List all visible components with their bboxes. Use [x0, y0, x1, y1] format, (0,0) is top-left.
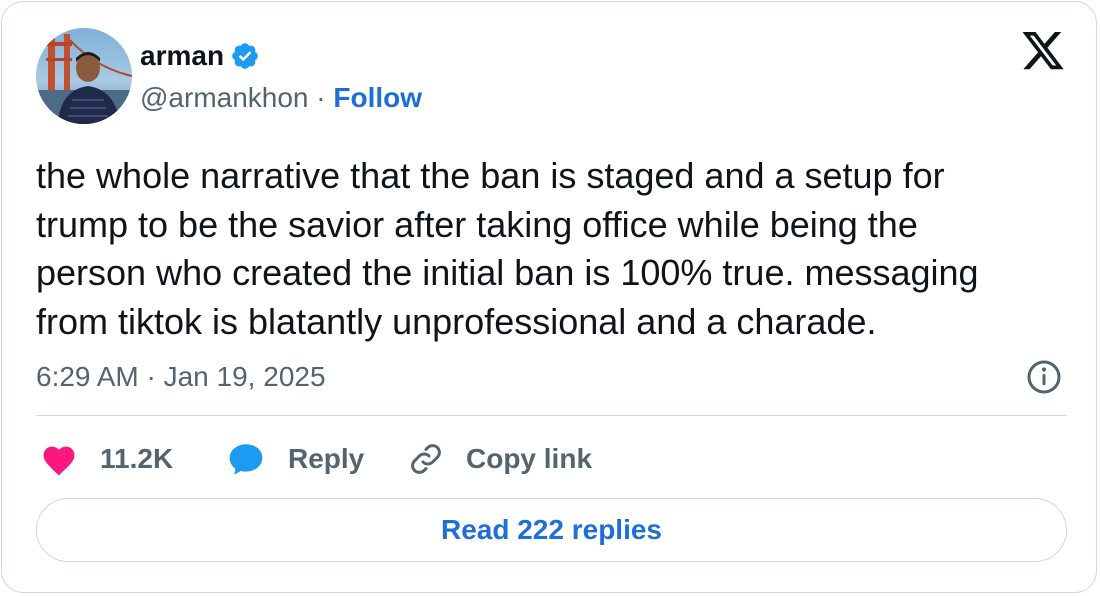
like-button[interactable]: 11.2K: [40, 439, 173, 479]
avatar-photo: [36, 28, 132, 124]
verified-badge-icon: [232, 43, 258, 69]
x-logo[interactable]: [1020, 32, 1066, 74]
separator-dot: ·: [316, 82, 326, 113]
author-handle[interactable]: @armankhon: [140, 82, 309, 113]
author-name[interactable]: arman: [140, 40, 224, 72]
reply-button[interactable]: Reply: [226, 439, 364, 479]
read-replies-label: Read 222 replies: [440, 514, 663, 545]
author-avatar[interactable]: [36, 28, 132, 124]
handle-row: @armankhon · Follow: [140, 82, 422, 114]
read-replies-button[interactable]: Read 222 replies: [36, 498, 1067, 562]
copy-link-label: Copy link: [466, 443, 593, 474]
divider: [36, 415, 1067, 416]
like-count: 11.2K: [100, 443, 174, 474]
link-icon: [411, 444, 441, 474]
follow-button[interactable]: Follow: [333, 82, 422, 113]
tweet-timestamp[interactable]: 6:29 AM · Jan 19, 2025: [36, 360, 326, 394]
info-icon[interactable]: [1026, 359, 1062, 395]
tweet-embed-card: arman @armankhon · Follow the whole narr…: [1, 1, 1097, 593]
reply-label: Reply: [288, 443, 365, 474]
heart-icon: [43, 446, 75, 476]
author-name-row[interactable]: arman: [140, 40, 260, 72]
copy-link-button[interactable]: Copy link: [408, 439, 592, 479]
speech-bubble-icon: [229, 444, 263, 475]
tweet-text: the whole narrative that the ban is stag…: [36, 155, 979, 342]
